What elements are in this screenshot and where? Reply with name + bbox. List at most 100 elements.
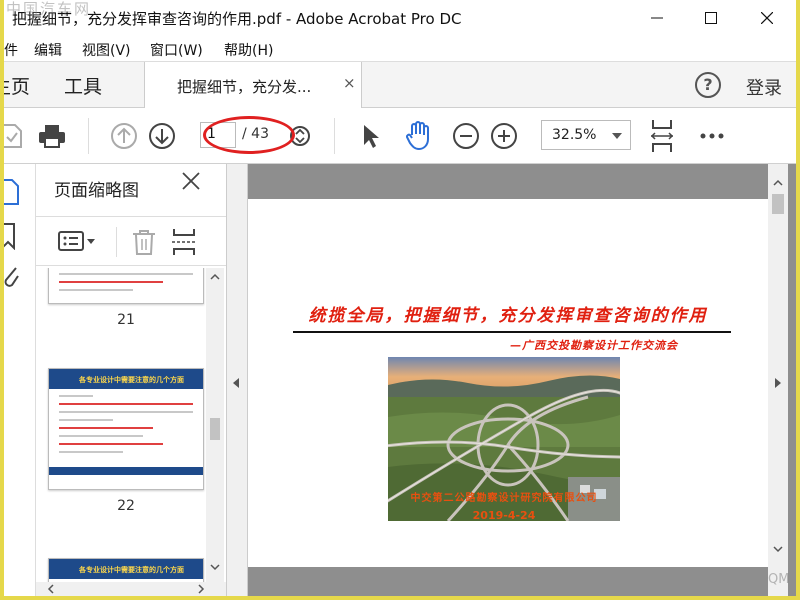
chevron-up-icon xyxy=(210,273,220,280)
tab-document[interactable]: 把握细节，充分发... × xyxy=(144,62,362,109)
page-thumbnails-button[interactable] xyxy=(4,178,20,206)
minimize-button[interactable] xyxy=(634,0,680,36)
thumb-text-line xyxy=(59,427,153,429)
document-date: 2019-4-24 xyxy=(472,509,536,522)
watermark-top-left: 中国汽车网 xyxy=(6,0,92,18)
fit-page-button[interactable] xyxy=(646,120,678,152)
zoom-out-icon xyxy=(453,123,479,149)
thumb-text-line xyxy=(59,411,193,413)
chevron-right-icon xyxy=(198,584,205,594)
hand-tool-button[interactable] xyxy=(402,120,434,152)
tab-bar: 主页 工具 把握细节，充分发... × ? 登录 xyxy=(4,61,796,109)
tab-tools[interactable]: 工具 xyxy=(64,72,102,99)
navigation-rail xyxy=(4,164,36,596)
insert-page-button[interactable] xyxy=(172,227,196,257)
page-thumbnails-icon xyxy=(4,179,19,205)
collapse-left-icon xyxy=(233,378,239,388)
thumbnail-hscrollbar[interactable] xyxy=(36,582,226,596)
thumbnails-panel: 页面缩略图 21 各专业设计中需要注意的几个方面 22 各专业设计中需要注意的几… xyxy=(36,164,226,596)
maximize-icon xyxy=(705,12,717,24)
thumb-text-line xyxy=(59,395,93,397)
bookmarks-button[interactable] xyxy=(4,222,18,250)
close-icon xyxy=(182,172,200,190)
tab-home[interactable]: 主页 xyxy=(4,72,30,99)
close-tab-icon[interactable]: × xyxy=(343,74,356,92)
close-icon xyxy=(761,12,773,24)
zoom-in-button[interactable] xyxy=(488,120,520,152)
scrollbar-thumb[interactable] xyxy=(210,418,220,440)
toolbar-divider xyxy=(88,118,89,154)
chevron-left-icon xyxy=(47,584,54,594)
chevron-down-icon xyxy=(773,546,783,553)
save-button[interactable] xyxy=(4,120,28,152)
next-page-button[interactable] xyxy=(146,120,178,152)
thumb-text-line xyxy=(59,451,123,453)
document-subheadline: —广西交投勘察设计工作交流会 xyxy=(510,339,678,352)
arrow-down-circle-icon xyxy=(149,123,175,149)
thumb-text-line xyxy=(59,273,193,275)
zoom-in-icon xyxy=(491,123,517,149)
save-icon xyxy=(4,124,22,148)
help-button[interactable]: ? xyxy=(695,72,721,98)
page-thumbnail[interactable] xyxy=(48,268,204,304)
panel-toolbar xyxy=(36,216,226,266)
minimize-icon xyxy=(651,17,663,19)
acrobat-window: 把握细节，充分发挥审查咨询的作用.pdf - Adobe Acrobat Pro… xyxy=(4,0,796,596)
close-panel-button[interactable] xyxy=(182,172,200,190)
arrow-up-circle-icon xyxy=(111,123,137,149)
fit-width-icon xyxy=(650,120,674,152)
scrollbar-thumb[interactable] xyxy=(772,194,784,214)
document-view[interactable]: 统揽全局，把握细节，充分发挥审查咨询的作用 —广西交投勘察设计工作交流会 中交第… xyxy=(248,164,796,596)
headline-rule xyxy=(293,331,731,333)
panel-title: 页面缩略图 xyxy=(54,181,139,201)
thumb-footer xyxy=(49,467,203,475)
menu-edit[interactable]: 编辑 xyxy=(34,40,62,60)
attachments-button[interactable] xyxy=(4,264,20,290)
thumb-text-line xyxy=(59,403,193,405)
trash-icon xyxy=(133,230,155,255)
thumb-text-line xyxy=(59,443,163,445)
toolbar: 1 / 43 32.5% xyxy=(4,108,796,164)
tab-document-label: 把握细节，充分发... xyxy=(177,78,312,96)
page-thumbnail[interactable]: 各专业设计中需要注意的几个方面 xyxy=(48,558,204,584)
thumb-header: 各专业设计中需要注意的几个方面 xyxy=(49,369,203,389)
previous-page-button[interactable] xyxy=(108,120,140,152)
zoom-level-select[interactable]: 32.5% xyxy=(541,120,631,150)
hand-icon xyxy=(406,121,429,150)
close-window-button[interactable] xyxy=(744,0,790,36)
thumbnail-list[interactable]: 21 各专业设计中需要注意的几个方面 22 各专业设计中需要注意的几个方面 xyxy=(36,268,206,584)
menu-file[interactable]: 件 xyxy=(4,40,18,60)
chevron-down-icon xyxy=(210,564,220,571)
thumb-text-line xyxy=(59,435,143,437)
thumbnail-options-button[interactable] xyxy=(58,231,98,253)
document-headline: 统揽全局，把握细节，充分发挥审查咨询的作用 xyxy=(308,306,708,326)
document-scrollbar[interactable] xyxy=(768,164,788,596)
panel-collapse-strip[interactable] xyxy=(226,164,248,596)
annotation-ellipse xyxy=(203,116,295,154)
printer-icon xyxy=(39,125,65,148)
thumbnail-scrollbar[interactable] xyxy=(206,268,224,584)
chevron-up-icon xyxy=(773,179,783,186)
pdf-page: 统揽全局，把握细节，充分发挥审查咨询的作用 —广西交投勘察设计工作交流会 中交第… xyxy=(248,199,768,567)
list-options-icon xyxy=(58,231,95,251)
print-button[interactable] xyxy=(36,120,68,152)
maximize-button[interactable] xyxy=(688,0,734,36)
delete-page-button[interactable] xyxy=(132,229,156,255)
chevron-down-icon xyxy=(612,133,622,139)
menu-window[interactable]: 窗口(W) xyxy=(150,40,203,60)
panel-divider xyxy=(116,227,117,257)
insert-page-icon xyxy=(172,229,196,255)
menu-help[interactable]: 帮助(H) xyxy=(224,40,273,60)
select-tool-button[interactable] xyxy=(354,120,386,152)
thumb-text-line xyxy=(59,419,113,421)
menu-view[interactable]: 视图(V) xyxy=(82,40,131,60)
login-button[interactable]: 登录 xyxy=(746,74,782,100)
thumb-text-line xyxy=(59,289,133,291)
more-tools-button[interactable] xyxy=(696,120,728,152)
page-thumbnail[interactable]: 各专业设计中需要注意的几个方面 xyxy=(48,368,204,490)
thumbnail-page-number: 22 xyxy=(117,498,135,514)
cursor-arrow-icon xyxy=(364,125,379,148)
zoom-out-button[interactable] xyxy=(450,120,482,152)
thumbnail-page-number: 21 xyxy=(117,312,135,328)
more-horizontal-icon xyxy=(700,133,724,139)
